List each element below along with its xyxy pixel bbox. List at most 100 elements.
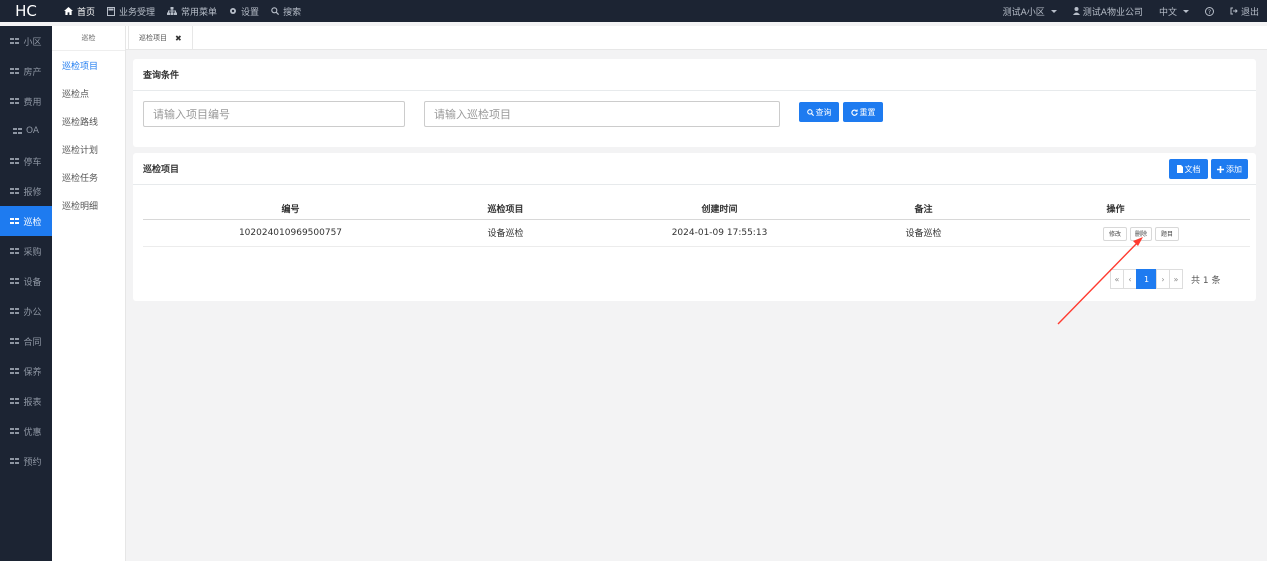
close-icon[interactable]: ✖ (175, 34, 182, 43)
sidebar-item-13[interactable]: 优惠 (0, 416, 52, 446)
page-last-button[interactable]: » (1169, 269, 1183, 289)
grid-icon (10, 248, 20, 254)
tab-inspection-items[interactable]: 巡检项目 ✖ (128, 26, 193, 50)
grid-icon (10, 38, 20, 44)
logo: HC (15, 2, 37, 20)
subnav-item-0[interactable]: 巡检项目 (52, 51, 125, 79)
community-dropdown[interactable]: 测试A小区 (1003, 5, 1057, 18)
sidebar-item-4[interactable]: 停车 (0, 146, 52, 176)
query-card: 查询条件 请输入项目编号 请输入巡检项目 查询 重置 (133, 59, 1256, 147)
sidebar-item-14[interactable]: 预约 (0, 446, 52, 476)
caret-down-icon (1050, 9, 1057, 13)
sub-sidebar-header: 巡检 (52, 26, 125, 51)
nav-home[interactable]: 首页 (64, 5, 95, 18)
calculator-icon (107, 6, 116, 16)
sidebar-item-label: 报修 (23, 187, 42, 198)
search-icon (806, 108, 814, 116)
grid-icon (10, 368, 20, 374)
questions-button[interactable]: 题目 (1155, 226, 1179, 241)
tab-label: 巡检项目 (139, 34, 167, 42)
annotation-arrow (1057, 237, 1143, 325)
sidebar-item-label: 办公 (23, 307, 42, 318)
grid-icon (10, 98, 20, 104)
company-menu[interactable]: 测试A物业公司 (1072, 5, 1143, 18)
reset-button[interactable]: 重置 (843, 102, 883, 122)
sidebar-item-3[interactable]: OA (0, 116, 52, 146)
sidebar-item-2[interactable]: 费用 (0, 86, 52, 116)
subnav-item-4[interactable]: 巡检任务 (52, 163, 125, 191)
grid-icon (10, 308, 20, 314)
help-glyph: ? (1208, 8, 1211, 16)
cell-created: 2024-01-09 17:55:13 (573, 219, 866, 247)
logout-label: 退出 (1240, 7, 1259, 18)
sidebar-item-10[interactable]: 合同 (0, 326, 52, 356)
nav-common-menu[interactable]: 常用菜单 (167, 5, 217, 18)
help-icon: ? (1204, 6, 1214, 16)
grid-icon (10, 338, 20, 344)
sidebar-item-7[interactable]: 采购 (0, 236, 52, 266)
nav-settings[interactable]: 设置 (229, 5, 259, 18)
logout-button[interactable]: 退出 (1230, 5, 1259, 18)
grid-icon (10, 218, 20, 224)
query-card-title: 查询条件 (133, 59, 1256, 91)
sidebar-item-label: 合同 (23, 337, 42, 348)
code-input[interactable]: 请输入项目编号 (143, 101, 405, 127)
sidebar-item-label: 费用 (23, 97, 42, 108)
sidebar-item-5[interactable]: 报修 (0, 176, 52, 206)
sidebar-item-label: 房产 (23, 67, 42, 78)
grid-icon (12, 128, 22, 134)
nav-business[interactable]: 业务受理 (107, 5, 155, 18)
gear-icon (230, 8, 237, 14)
sidebar-item-6[interactable]: 巡检 (0, 206, 52, 236)
grid-icon (10, 398, 20, 404)
sidebar-item-label: 巡检 (23, 217, 42, 228)
sidebar-item-8[interactable]: 设备 (0, 266, 52, 296)
doc-button-label: 文档 (1184, 164, 1201, 174)
help-button[interactable]: ? (1204, 6, 1214, 16)
nav-search[interactable]: 搜索 (271, 5, 301, 18)
sidebar-item-label: 预约 (23, 457, 42, 468)
sidebar-item-11[interactable]: 保养 (0, 356, 52, 386)
sidebar-item-1[interactable]: 房产 (0, 56, 52, 86)
subnav-item-2[interactable]: 巡检路线 (52, 107, 125, 135)
tab-bar: 巡检项目 ✖ (126, 26, 1267, 50)
language-dropdown[interactable]: 中文 (1159, 5, 1189, 18)
col-actions: 操作 (981, 198, 1250, 220)
name-input[interactable]: 请输入巡检项目 (424, 101, 780, 127)
plus-icon (1217, 165, 1224, 173)
subnav-item-5[interactable]: 巡检明细 (52, 191, 125, 219)
reset-button-label: 重置 (859, 107, 876, 117)
sidebar-item-label: 报表 (23, 397, 42, 408)
sidebar-item-label: 采购 (23, 247, 42, 258)
search-button[interactable]: 查询 (799, 102, 839, 122)
caret-down-icon (1182, 9, 1189, 13)
sub-sidebar: 巡检 巡检项目 巡检点 巡检路线 巡检计划 巡检任务 巡检明细 (52, 26, 126, 561)
logout-icon (1230, 7, 1238, 15)
cell-code: 102024010969500757 (143, 219, 438, 247)
nav-business-label: 业务受理 (119, 7, 156, 18)
community-label: 测试A小区 (1002, 7, 1045, 18)
home-icon (64, 7, 73, 15)
page-next-button[interactable]: › (1156, 269, 1170, 289)
sidebar-item-0[interactable]: 小区 (0, 26, 52, 56)
page-total: 共 1 条 (1191, 275, 1221, 286)
table-header-row: 编号 巡检项目 创建时间 备注 操作 (143, 198, 1250, 220)
sidebar-item-9[interactable]: 办公 (0, 296, 52, 326)
grid-icon (10, 428, 20, 434)
sitemap-icon (167, 7, 178, 15)
col-code: 编号 (143, 198, 438, 220)
nav-home-label: 首页 (77, 7, 96, 18)
nav-settings-label: 设置 (241, 7, 260, 18)
sidebar-item-label: 小区 (23, 37, 42, 48)
sidebar-item-label: 保养 (23, 367, 42, 378)
top-bar: HC 首页 业务受理 常用菜单 设置 搜索 测试A小区 测试A物业公司 中文 ?… (0, 0, 1267, 22)
refresh-icon (850, 108, 858, 116)
add-button[interactable]: 添加 (1211, 159, 1248, 179)
sidebar-item-12[interactable]: 报表 (0, 386, 52, 416)
subnav-item-1[interactable]: 巡检点 (52, 79, 125, 107)
sidebar-item-label: 设备 (23, 277, 42, 288)
doc-button[interactable]: 文档 (1169, 159, 1208, 179)
name-input-placeholder: 请输入巡检项目 (434, 108, 511, 121)
subnav-item-3[interactable]: 巡检计划 (52, 135, 125, 163)
grid-icon (10, 278, 20, 284)
